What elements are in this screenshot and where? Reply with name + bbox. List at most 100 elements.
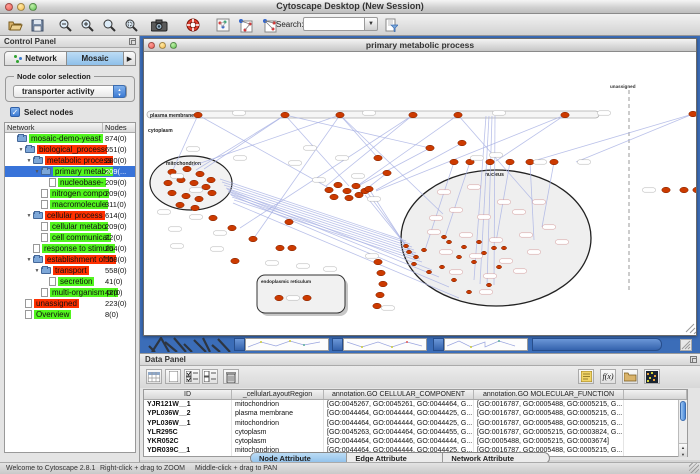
minimized-network-view[interactable] <box>343 338 427 351</box>
network-edge[interactable] <box>530 114 693 162</box>
network-node[interactable] <box>164 180 172 186</box>
network-node[interactable] <box>377 270 385 276</box>
network-node[interactable] <box>343 188 351 194</box>
network-node[interactable] <box>345 195 353 201</box>
network-node[interactable] <box>182 193 190 199</box>
network-tree-item[interactable]: ▼cellular process614(0) <box>5 210 135 221</box>
zoom-out-button[interactable] <box>56 16 74 34</box>
network-node[interactable] <box>288 245 296 251</box>
network-node[interactable] <box>550 159 558 165</box>
select-attributes-button[interactable] <box>184 369 200 384</box>
new-attribute-button[interactable] <box>165 369 181 384</box>
network-node[interactable] <box>195 196 203 202</box>
network-node[interactable] <box>374 155 382 161</box>
window-resize-grip[interactable] <box>689 463 699 473</box>
network-node[interactable] <box>183 166 191 172</box>
network-tree-item[interactable]: cellular metabo209(0) <box>5 221 135 232</box>
network-node[interactable] <box>330 194 338 200</box>
network-node[interactable] <box>249 236 257 242</box>
table-row[interactable]: YKR052Ccytoplasm[GO:0044464, GO:0044446,… <box>144 437 687 446</box>
tree-column-network[interactable]: Network <box>5 123 103 132</box>
network-node[interactable] <box>689 111 696 117</box>
network-edge[interactable] <box>196 115 285 170</box>
network-node[interactable] <box>281 112 289 118</box>
network-node[interactable] <box>355 192 363 198</box>
layout-tool-button-1[interactable] <box>236 16 254 34</box>
zoom-in-button[interactable] <box>78 16 96 34</box>
network-tree-item[interactable]: response to stimulu264(0) <box>5 243 135 254</box>
unselect-attributes-button[interactable] <box>202 369 218 384</box>
minimized-window-titlebar[interactable] <box>532 338 662 351</box>
network-node[interactable] <box>352 183 360 189</box>
network-node[interactable] <box>403 244 408 248</box>
column-header-cellular-component[interactable]: annotation.GO CELLULAR_COMPONENT <box>324 390 474 399</box>
network-tree-item[interactable]: secretion41(0) <box>5 276 135 287</box>
network-node[interactable] <box>439 265 444 269</box>
attribute-table-button[interactable] <box>146 369 162 384</box>
search-dropdown-button[interactable]: ▼ <box>365 17 378 31</box>
network-node[interactable] <box>486 283 491 287</box>
network-node[interactable] <box>191 205 199 211</box>
network-tree-item[interactable]: macromolecule311(0) <box>5 199 135 210</box>
tab-network[interactable]: Network <box>5 52 67 65</box>
help-button[interactable] <box>184 16 202 34</box>
network-tree-item[interactable]: ▼metabolic process280(0) <box>5 155 135 166</box>
filter-button[interactable] <box>382 16 400 34</box>
network-node[interactable] <box>501 246 506 250</box>
network-window-titlebar[interactable]: primary metabolic process <box>144 39 696 52</box>
network-edge[interactable] <box>220 179 406 241</box>
network-node[interactable] <box>383 170 391 176</box>
import-attributes-button[interactable] <box>622 369 638 384</box>
network-node[interactable] <box>207 177 215 183</box>
network-canvas[interactable]: plasma membrane cytoplasm mitochondrion … <box>144 52 696 335</box>
network-node[interactable] <box>458 140 466 146</box>
network-node[interactable] <box>426 145 434 151</box>
network-tree-item[interactable]: ▼biological_process651(0) <box>5 144 135 155</box>
formula-builder-button[interactable]: f(x) <box>600 369 616 384</box>
network-edge[interactable] <box>340 115 378 158</box>
save-session-button[interactable] <box>28 16 46 34</box>
network-node[interactable] <box>196 171 204 177</box>
network-node[interactable] <box>454 112 462 118</box>
expand-arrow-icon[interactable]: ▼ <box>25 213 33 219</box>
network-node[interactable] <box>202 184 210 190</box>
network-node[interactable] <box>476 240 481 244</box>
network-node[interactable] <box>376 292 384 298</box>
open-session-button[interactable] <box>6 16 24 34</box>
tab-overflow-button[interactable]: ▶ <box>124 52 135 65</box>
network-edge[interactable] <box>340 115 443 214</box>
zoom-fit-button[interactable] <box>100 16 118 34</box>
network-node[interactable] <box>421 248 426 252</box>
minimized-network-view[interactable] <box>245 338 329 351</box>
network-node[interactable] <box>336 112 344 118</box>
network-node[interactable] <box>406 250 411 254</box>
network-edge[interactable] <box>285 115 430 148</box>
network-tree-item[interactable]: nucleobase-209(0) <box>5 177 135 188</box>
network-node[interactable] <box>526 159 534 165</box>
table-row[interactable]: YPL036W__1mitochondrion[GO:0044464, GO:0… <box>144 419 687 428</box>
network-node[interactable] <box>409 112 417 118</box>
expand-arrow-icon[interactable]: ▼ <box>25 158 33 164</box>
tree-column-nodes[interactable]: Nodes <box>103 123 135 132</box>
notes-button[interactable] <box>578 369 594 384</box>
network-node[interactable] <box>451 278 456 282</box>
network-node[interactable] <box>176 202 184 208</box>
network-tree-item[interactable]: cell communicat22(0) <box>5 232 135 243</box>
network-node[interactable] <box>496 265 501 269</box>
table-row[interactable]: YLR295Ccytoplasm[GO:0045263, GO:0044464,… <box>144 428 687 437</box>
network-node[interactable] <box>491 246 496 250</box>
float-panel-icon[interactable] <box>690 356 697 363</box>
network-node[interactable] <box>456 255 461 259</box>
tab-mosaic[interactable]: Mosaic <box>67 52 124 65</box>
network-node[interactable] <box>662 187 670 193</box>
network-node[interactable] <box>450 159 458 165</box>
network-tree-item[interactable]: nitrogen compo209(0) <box>5 188 135 199</box>
minimized-window-handle[interactable] <box>234 338 245 351</box>
network-node[interactable] <box>194 112 202 118</box>
network-edge[interactable] <box>496 115 565 161</box>
network-node[interactable] <box>379 281 387 287</box>
network-node[interactable] <box>413 255 418 259</box>
node-color-dropdown[interactable]: transporter activity ▲▼ <box>13 85 127 98</box>
network-node[interactable] <box>374 259 382 265</box>
expand-arrow-icon[interactable]: ▼ <box>33 268 41 274</box>
